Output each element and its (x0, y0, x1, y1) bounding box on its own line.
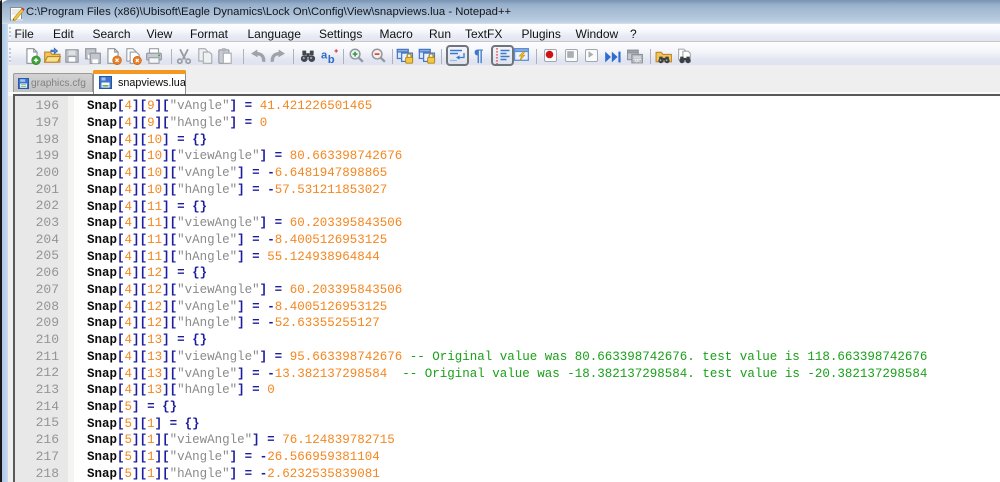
svg-text:MC: MC (634, 58, 642, 64)
svg-text:b: b (328, 54, 335, 65)
